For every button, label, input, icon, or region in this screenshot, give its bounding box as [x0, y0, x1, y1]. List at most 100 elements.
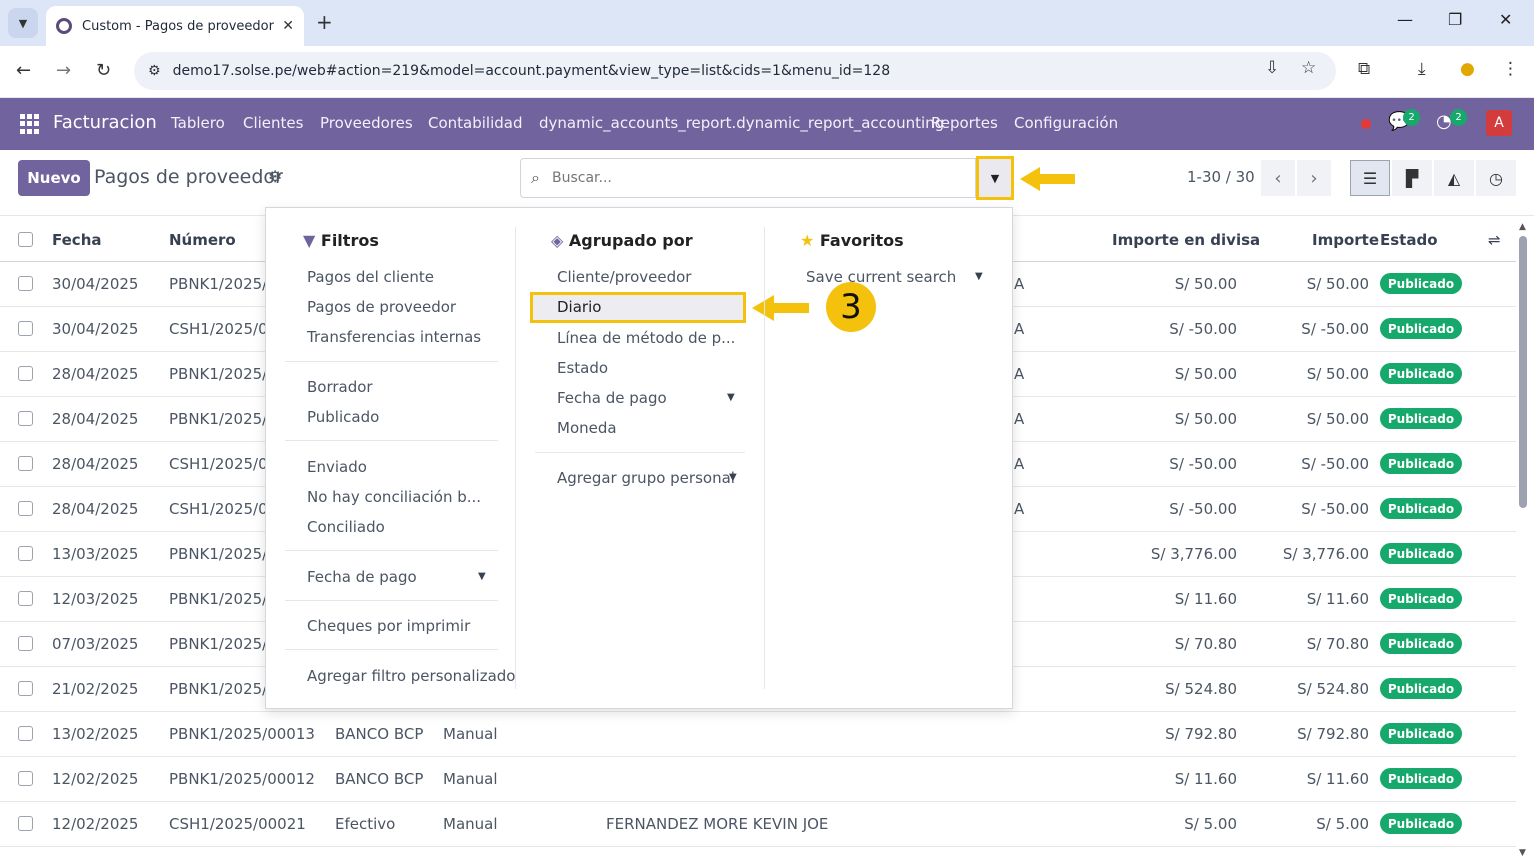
groupby-moneda[interactable]: Moneda	[557, 419, 617, 437]
row-checkbox[interactable]	[18, 411, 33, 426]
apps-menu-icon[interactable]	[20, 114, 40, 134]
groupby-estado[interactable]: Estado	[557, 359, 608, 377]
tab-close-icon[interactable]: ✕	[282, 18, 294, 34]
star-icon: ★	[800, 231, 815, 250]
menu-configuracion[interactable]: Configuración	[1014, 114, 1118, 132]
pager-next-button[interactable]: ›	[1297, 160, 1331, 196]
filter-pagos-cliente[interactable]: Pagos del cliente	[307, 268, 434, 286]
cell-numero: PBNK1/2025/0	[169, 275, 277, 293]
row-checkbox[interactable]	[18, 276, 33, 291]
bookmark-star-icon[interactable]: ☆	[1301, 58, 1316, 78]
menu-clientes[interactable]: Clientes	[243, 114, 303, 132]
filter-no-conciliacion[interactable]: No hay conciliación b...	[307, 488, 481, 506]
minimize-icon[interactable]: —	[1397, 10, 1413, 29]
caret-down-icon[interactable]: ▼	[975, 271, 983, 282]
column-fecha[interactable]: Fecha	[52, 231, 102, 249]
column-importe-divisa[interactable]: Importe en divisa	[1112, 231, 1260, 249]
filter-fecha-pago[interactable]: Fecha de pago	[307, 568, 417, 586]
menu-dynamic-report[interactable]: dynamic_accounts_report.dynamic_report_a…	[539, 114, 944, 132]
kanban-view-button[interactable]: ▛	[1392, 160, 1432, 196]
back-icon[interactable]: ←	[16, 60, 31, 81]
cell-numero: CSH1/2025/00021	[169, 815, 306, 833]
new-button[interactable]: Nuevo	[18, 160, 90, 196]
window-close-icon[interactable]: ✕	[1499, 10, 1512, 29]
caret-down-icon[interactable]: ▼	[729, 472, 737, 483]
gear-icon[interactable]: ⚙	[268, 167, 282, 186]
select-all-checkbox[interactable]	[18, 232, 33, 247]
forward-icon[interactable]: →	[56, 60, 71, 81]
row-checkbox[interactable]	[18, 546, 33, 561]
cell-partner-tail: A	[1014, 275, 1025, 293]
cell-numero: PBNK1/2025/0	[169, 545, 277, 563]
table-row[interactable]: 12/02/2025 PBNK1/2025/00012 BANCO BCP Manua…	[0, 757, 1516, 802]
status-badge: Publicado	[1380, 813, 1462, 834]
install-app-icon[interactable]: ⇩	[1265, 58, 1279, 78]
add-custom-group[interactable]: Agregar grupo personal	[557, 469, 735, 487]
column-importe[interactable]: Importe	[1312, 231, 1379, 249]
pager-previous-button[interactable]: ‹	[1261, 160, 1295, 196]
caret-down-icon[interactable]: ▼	[727, 392, 735, 403]
menu-reportes[interactable]: Reportes	[931, 114, 998, 132]
row-checkbox[interactable]	[18, 726, 33, 741]
filter-conciliado[interactable]: Conciliado	[307, 518, 385, 536]
search-input[interactable]	[551, 170, 932, 186]
downloads-icon[interactable]: ⤓	[1418, 59, 1426, 79]
graph-view-button[interactable]: ◭	[1434, 160, 1474, 196]
app-brand[interactable]: Facturacion	[53, 112, 157, 133]
row-checkbox[interactable]	[18, 771, 33, 786]
menu-proveedores[interactable]: Proveedores	[320, 114, 413, 132]
filter-borrador[interactable]: Borrador	[307, 378, 373, 396]
column-numero[interactable]: Número	[169, 231, 236, 249]
groupby-linea-metodo[interactable]: Línea de método de p...	[557, 329, 735, 347]
table-row[interactable]: 13/02/2025 PBNK1/2025/00013 BANCO BCP Manua…	[0, 712, 1516, 757]
extensions-icon[interactable]: ⧉	[1358, 59, 1370, 79]
browser-menu-icon[interactable]: ⋮	[1502, 59, 1519, 79]
profile-icon[interactable]: ●	[1460, 59, 1475, 79]
table-scrollbar[interactable]	[1519, 236, 1527, 508]
search-box[interactable]: ⌕	[520, 158, 976, 198]
scroll-down-icon[interactable]: ▼	[1519, 848, 1526, 858]
optional-columns-icon[interactable]: ⇌	[1488, 231, 1501, 249]
row-checkbox[interactable]	[18, 636, 33, 651]
cell-importe: S/ 792.80	[1297, 725, 1369, 743]
tab-search-button[interactable]: ▼	[8, 8, 38, 38]
save-current-search[interactable]: Save current search	[806, 268, 956, 286]
row-checkbox[interactable]	[18, 456, 33, 471]
row-checkbox[interactable]	[18, 501, 33, 516]
filter-publicado[interactable]: Publicado	[307, 408, 379, 426]
search-panel-toggle-button[interactable]: ▼	[976, 156, 1014, 200]
table-row[interactable]: 12/02/2025 CSH1/2025/00021 Efectivo Manual F…	[0, 802, 1516, 847]
filter-cheques-imprimir[interactable]: Cheques por imprimir	[307, 617, 470, 635]
row-checkbox[interactable]	[18, 321, 33, 336]
list-view-button[interactable]: ☰	[1350, 160, 1390, 196]
caret-down-icon[interactable]: ▼	[478, 571, 486, 582]
groupby-fecha-pago[interactable]: Fecha de pago	[557, 389, 667, 407]
browser-tab[interactable]: Custom - Pagos de proveedor ✕	[46, 6, 304, 46]
row-checkbox[interactable]	[18, 681, 33, 696]
row-checkbox[interactable]	[18, 816, 33, 831]
filters-divider	[285, 649, 498, 650]
pager-value[interactable]: 1-30 / 30	[1187, 168, 1255, 186]
groupby-diario[interactable]: Diario	[557, 298, 601, 316]
filter-transferencias-internas[interactable]: Transferencias internas	[307, 328, 481, 346]
site-settings-icon[interactable]: ⚙	[148, 63, 161, 79]
reload-icon[interactable]: ↻	[96, 60, 111, 81]
restore-icon[interactable]: ❐	[1448, 10, 1462, 29]
address-bar[interactable]: ⚙ demo17.solse.pe/web#action=219&model=a…	[134, 52, 1336, 90]
menu-tablero[interactable]: Tablero	[171, 114, 225, 132]
menu-contabilidad[interactable]: Contabilidad	[428, 114, 523, 132]
user-avatar[interactable]: A	[1486, 110, 1512, 136]
row-checkbox[interactable]	[18, 591, 33, 606]
scroll-up-icon[interactable]: ▲	[1519, 222, 1526, 232]
column-estado[interactable]: Estado	[1380, 231, 1438, 249]
add-custom-filter[interactable]: Agregar filtro personalizado	[307, 667, 515, 685]
row-checkbox[interactable]	[18, 366, 33, 381]
filter-pagos-proveedor[interactable]: Pagos de proveedor	[307, 298, 456, 316]
groupby-cliente-proveedor[interactable]: Cliente/proveedor	[557, 268, 691, 286]
filter-enviado[interactable]: Enviado	[307, 458, 367, 476]
recording-indicator-icon	[1361, 119, 1371, 129]
new-tab-icon[interactable]: +	[316, 10, 333, 34]
activity-view-button[interactable]: ◷	[1476, 160, 1516, 196]
kanban-icon: ▛	[1405, 168, 1419, 188]
cell-fecha: 30/04/2025	[52, 275, 139, 293]
